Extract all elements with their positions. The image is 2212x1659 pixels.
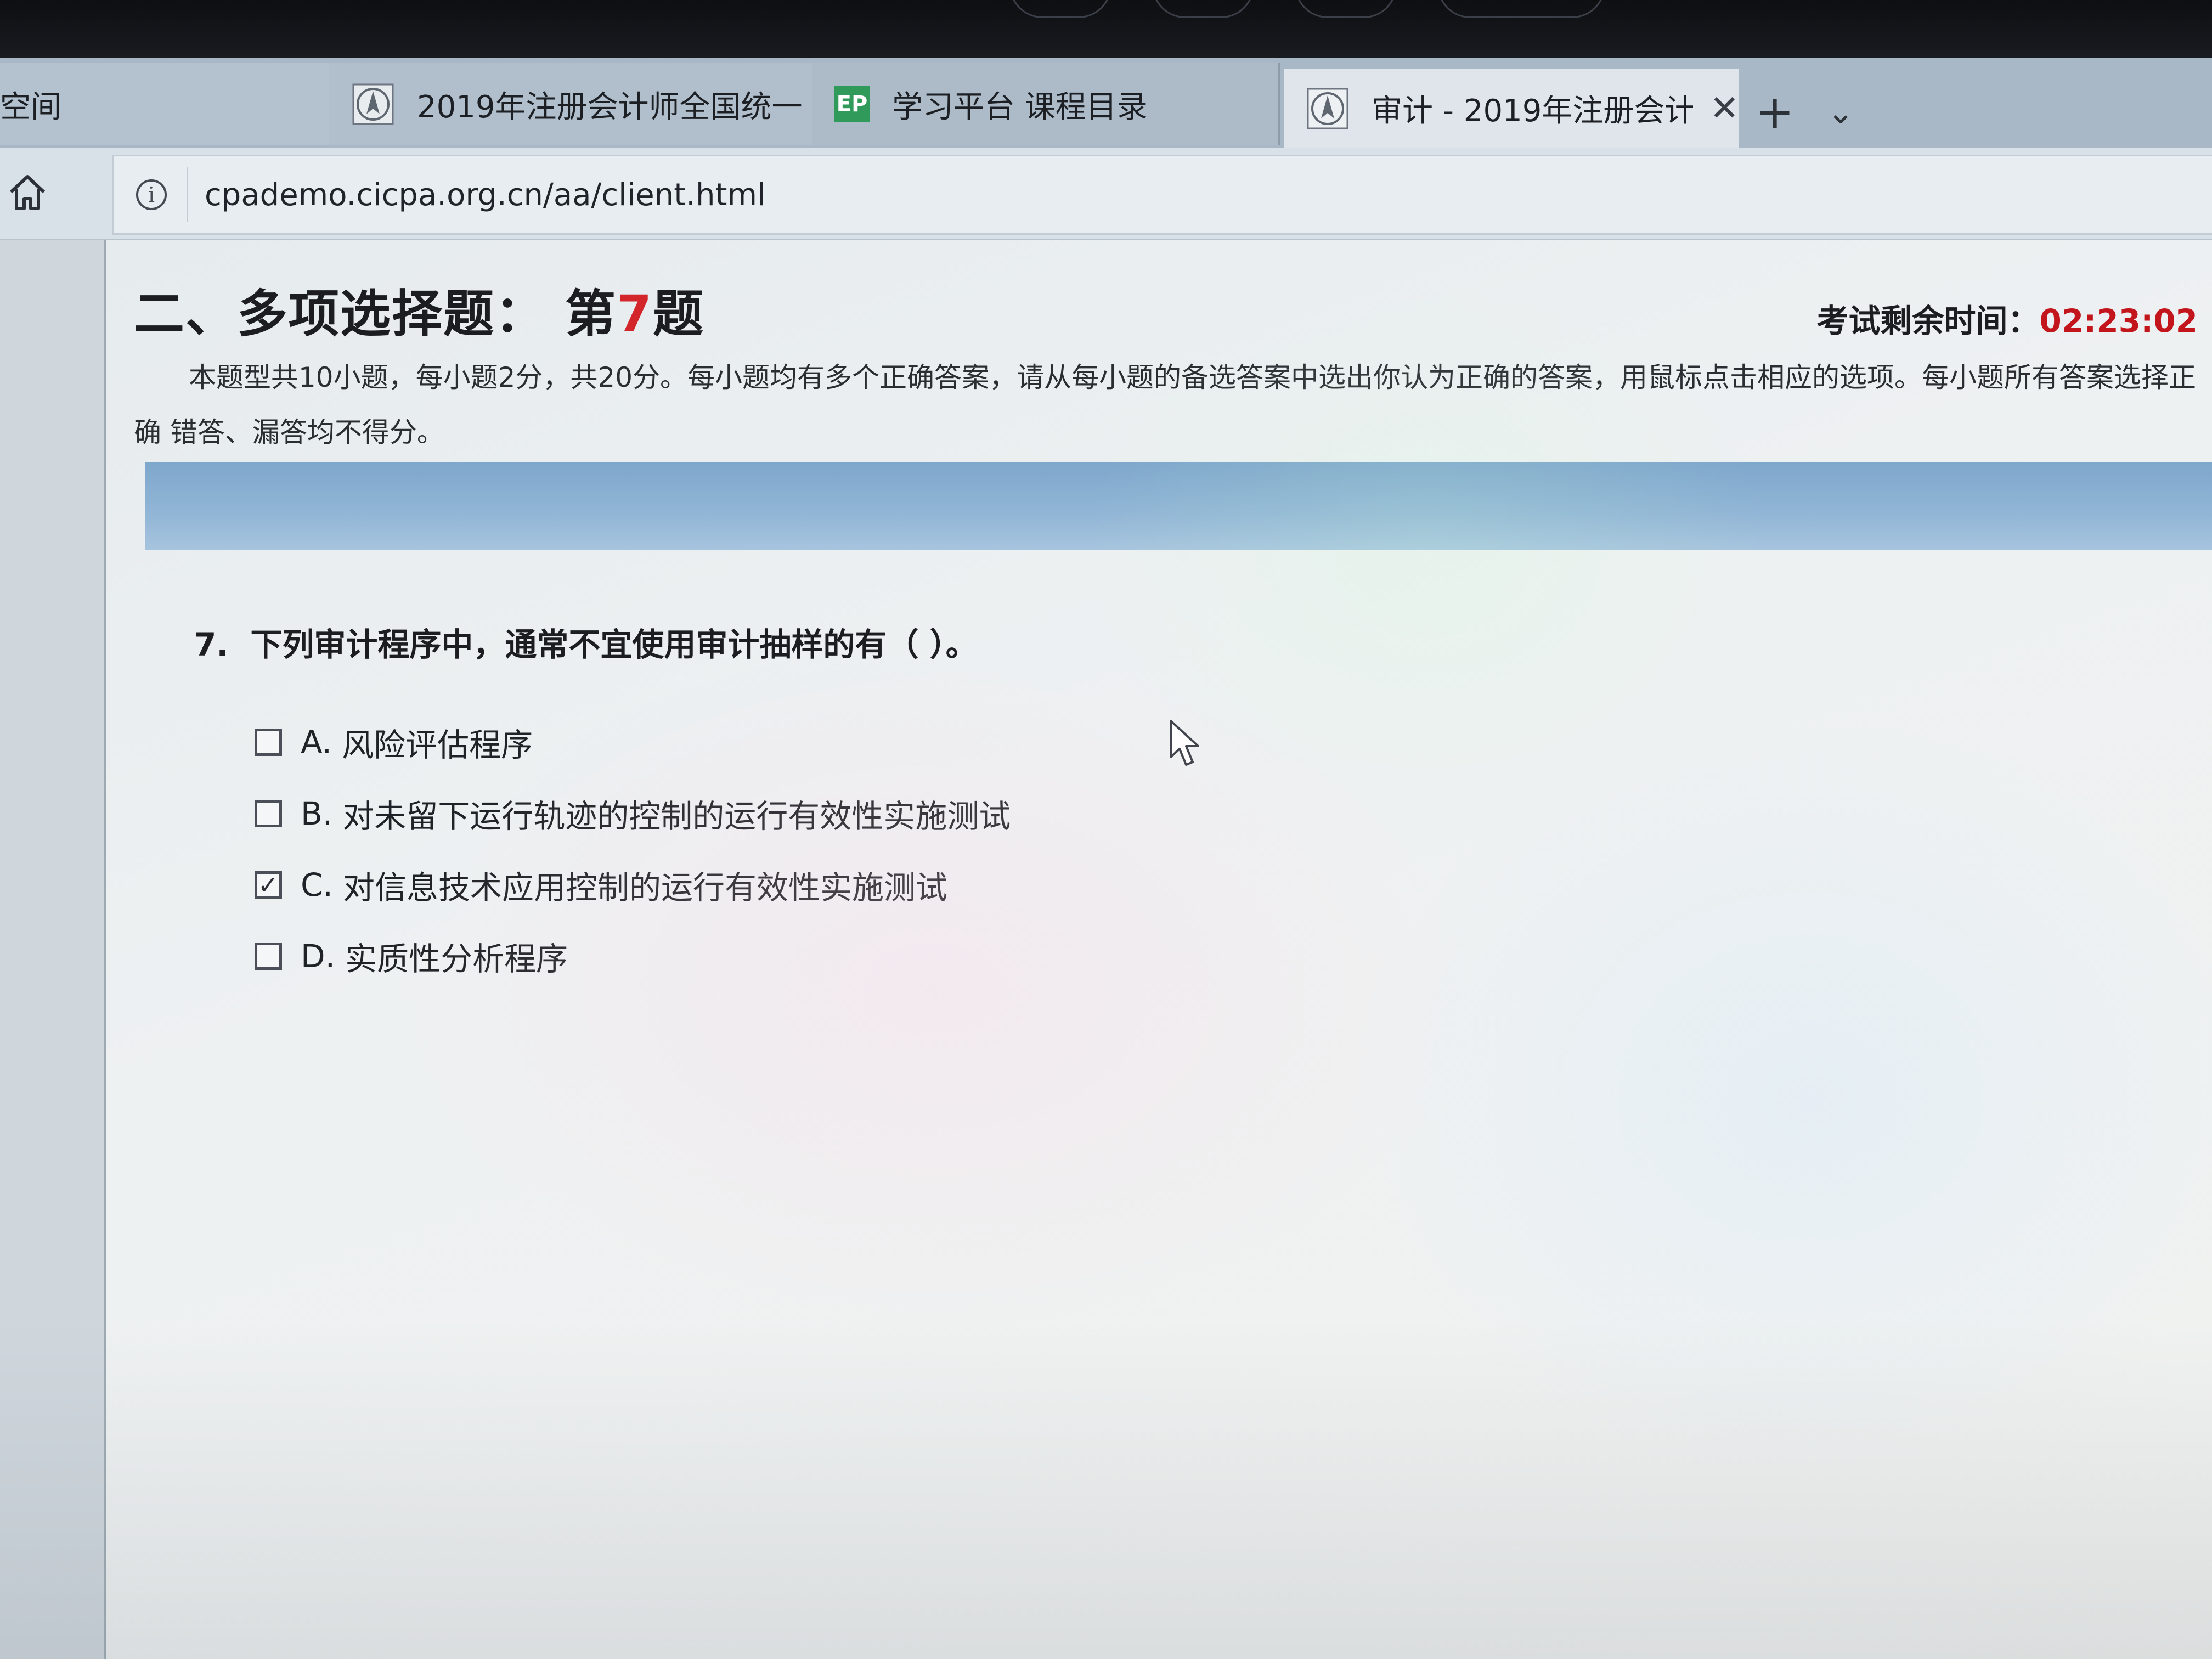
tab-label: 2019年注册会计师全国统一 bbox=[417, 89, 803, 125]
tab-label: 学习平台 课程目录 bbox=[892, 89, 1148, 125]
new-tab-button[interactable]: + bbox=[1756, 85, 1794, 139]
browser-window: 空间 2019年注册会计师全国统一 EP 学习平台 课程目录 审计 - 2019… bbox=[0, 58, 2212, 1659]
timer-label: 考试剩余时间： bbox=[1816, 302, 2040, 340]
info-icon[interactable]: i bbox=[136, 179, 167, 210]
option-a[interactable]: A. 风险评估程序 bbox=[255, 707, 1011, 778]
option-text: 对信息技术应用控制的运行有效性实施测试 bbox=[342, 869, 947, 906]
tab-learning-platform[interactable]: EP 学习平台 课程目录 bbox=[812, 63, 1280, 145]
question-text: 下列审计程序中，通常不宜使用审计抽样的有（ ）。 bbox=[250, 626, 978, 663]
option-text: 实质性分析程序 bbox=[345, 940, 568, 978]
answer-options: A. 风险评估程序 B. 对未留下运行轨迹的控制的运行有效性实施测试 ✓ C. … bbox=[255, 707, 1011, 992]
cicpa-logo-icon bbox=[351, 82, 395, 126]
address-bar[interactable]: i cpademo.cicpa.org.cn/aa/client.html bbox=[112, 155, 2212, 235]
exam-timer: 考试剩余时间：02:23:02 bbox=[1816, 295, 2198, 341]
option-letter: D. bbox=[301, 938, 336, 975]
option-letter: A. bbox=[301, 724, 332, 761]
monitor-button bbox=[1295, 0, 1397, 18]
section-instructions: 本题型共10小题，每小题2分，共20分。每小题均有多个正确答案，请从每小题的备选… bbox=[134, 362, 2197, 448]
option-text: 风险评估程序 bbox=[342, 726, 533, 764]
question-header-band bbox=[145, 462, 2212, 550]
option-text: 对未留下运行轨迹的控制的运行有效性实施测试 bbox=[342, 798, 1011, 835]
monitor-button bbox=[1437, 0, 1605, 18]
home-icon[interactable] bbox=[5, 170, 49, 214]
tab-audit-active[interactable]: 审计 - 2019年注册会计| ✕ bbox=[1284, 69, 1739, 148]
tab-strip: 空间 2019年注册会计师全国统一 EP 学习平台 课程目录 审计 - 2019… bbox=[0, 58, 2212, 148]
url-text[interactable]: cpademo.cicpa.org.cn/aa/client.html bbox=[205, 177, 766, 213]
left-gutter bbox=[0, 240, 104, 1659]
photo-scene: 空间 2019年注册会计师全国统一 EP 学习平台 课程目录 审计 - 2019… bbox=[0, 0, 2212, 1659]
tab-space[interactable]: 空间 bbox=[0, 63, 331, 145]
section-title: 二、多项选择题： 第7题 bbox=[134, 273, 704, 346]
check-mark-icon: ✓ bbox=[257, 870, 279, 900]
section-prefix: 二、多项选择题： 第 bbox=[134, 285, 617, 343]
option-d-checkbox[interactable] bbox=[255, 943, 282, 970]
chevron-down-icon[interactable]: ⌄ bbox=[1827, 93, 1854, 132]
cicpa-logo-icon bbox=[1306, 87, 1350, 131]
option-d[interactable]: D. 实质性分析程序 bbox=[255, 921, 1011, 992]
option-letter: C. bbox=[301, 866, 333, 904]
divider bbox=[187, 167, 188, 222]
monitor-button bbox=[1009, 0, 1111, 18]
tab-label: 审计 - 2019年注册会计| bbox=[1372, 93, 1694, 129]
exam-page: 二、多项选择题： 第7题 考试剩余时间：02:23:02 本题型共10小题，每小… bbox=[104, 240, 2212, 1659]
option-a-checkbox[interactable] bbox=[255, 729, 282, 756]
monitor-button bbox=[1152, 0, 1254, 18]
option-b[interactable]: B. 对未留下运行轨迹的控制的运行有效性实施测试 bbox=[255, 778, 1011, 849]
option-letter: B. bbox=[301, 795, 333, 832]
navigation-bar: i cpademo.cicpa.org.cn/aa/client.html bbox=[0, 148, 2212, 240]
section-suffix: 题 bbox=[653, 285, 705, 343]
option-c-checkbox[interactable]: ✓ bbox=[255, 871, 282, 899]
close-tab-icon[interactable]: ✕ bbox=[1709, 88, 1739, 129]
tab-label: 空间 bbox=[0, 89, 61, 125]
mouse-pointer-icon bbox=[1170, 720, 1199, 766]
question-index: 7. bbox=[194, 626, 229, 663]
option-b-checkbox[interactable] bbox=[255, 800, 282, 827]
question-stem: 7. 下列审计程序中，通常不宜使用审计抽样的有（ ）。 bbox=[194, 619, 978, 665]
tab-cpa-exam[interactable]: 2019年注册会计师全国统一 bbox=[329, 63, 814, 145]
ep-logo-icon: EP bbox=[834, 86, 870, 122]
timer-value: 02:23:02 bbox=[2039, 302, 2198, 340]
question-number: 7 bbox=[617, 285, 653, 343]
option-c[interactable]: ✓ C. 对信息技术应用控制的运行有效性实施测试 bbox=[255, 849, 1011, 921]
